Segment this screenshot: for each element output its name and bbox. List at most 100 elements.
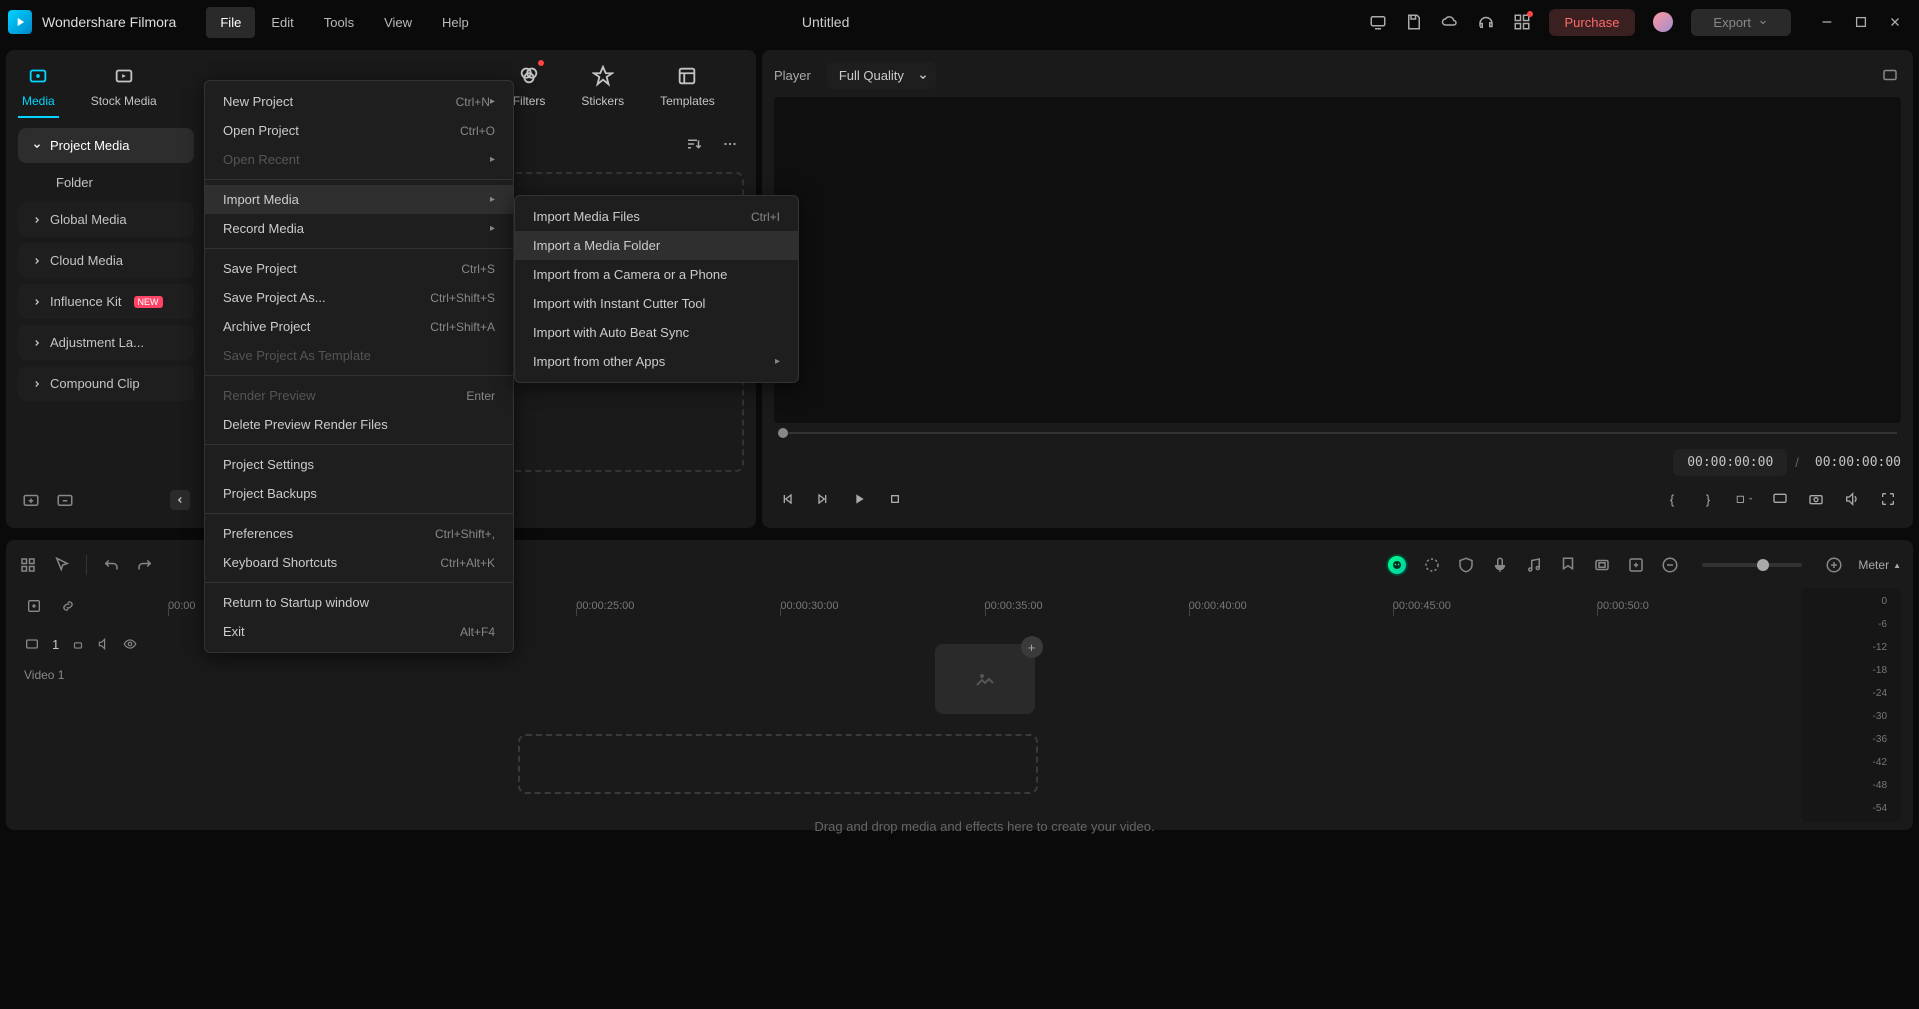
timeline-drop-zone[interactable] — [518, 734, 1038, 794]
player-label: Player — [774, 68, 811, 83]
sidebar-project-media[interactable]: Project Media — [18, 128, 194, 163]
add-track-icon[interactable] — [1626, 555, 1646, 575]
sidebar-adjustment[interactable]: Adjustment La... — [18, 325, 194, 360]
file-menu-dropdown: New ProjectCtrl+N▸ Open ProjectCtrl+O Op… — [204, 80, 514, 653]
prev-frame-icon[interactable] — [778, 490, 796, 508]
sidebar-folder[interactable]: Folder — [42, 169, 194, 196]
delete-folder-icon[interactable] — [56, 491, 74, 509]
zoom-slider[interactable] — [1702, 563, 1802, 567]
submenu-import-files[interactable]: Import Media FilesCtrl+I — [515, 202, 798, 231]
grid-icon[interactable] — [18, 555, 38, 575]
time-current: 00:00:00:00 — [1673, 449, 1787, 476]
add-folder-icon[interactable] — [22, 491, 40, 509]
stop-icon[interactable] — [886, 490, 904, 508]
window-controls — [1819, 14, 1903, 30]
headset-icon[interactable] — [1477, 13, 1495, 31]
templates-icon — [675, 64, 699, 88]
menu-project-backups[interactable]: Project Backups — [205, 479, 513, 508]
menu-new-project[interactable]: New ProjectCtrl+N▸ — [205, 87, 513, 116]
menu-record-media[interactable]: Record Media▸ — [205, 214, 513, 243]
track-mute-icon[interactable] — [97, 637, 111, 651]
apps-icon[interactable] — [1513, 13, 1531, 31]
menu-exit[interactable]: ExitAlt+F4 — [205, 617, 513, 646]
mic-icon[interactable] — [1490, 555, 1510, 575]
color-icon[interactable] — [1422, 555, 1442, 575]
maximize-button[interactable] — [1853, 14, 1869, 30]
step-back-icon[interactable] — [814, 490, 832, 508]
menu-open-project[interactable]: Open ProjectCtrl+O — [205, 116, 513, 145]
track-header-1[interactable]: 1 — [18, 624, 168, 664]
menu-delete-preview[interactable]: Delete Preview Render Files — [205, 410, 513, 439]
app-name: Wondershare Filmora — [42, 14, 176, 30]
menu-save-as[interactable]: Save Project As...Ctrl+Shift+S — [205, 283, 513, 312]
volume-icon[interactable] — [1843, 490, 1861, 508]
sidebar-bottom — [18, 482, 194, 518]
marker-icon[interactable] — [1558, 555, 1578, 575]
video-track-icon — [24, 636, 40, 652]
snapshot-icon[interactable] — [1881, 66, 1901, 86]
import-submenu: Import Media FilesCtrl+I Import a Media … — [514, 195, 799, 383]
export-button[interactable]: Export — [1691, 9, 1791, 36]
menu-render-preview: Render PreviewEnter — [205, 381, 513, 410]
submenu-import-folder[interactable]: Import a Media Folder — [515, 231, 798, 260]
play-icon[interactable] — [850, 490, 868, 508]
sidebar-global-media[interactable]: Global Media — [18, 202, 194, 237]
save-icon[interactable] — [1405, 13, 1423, 31]
undo-icon[interactable] — [101, 555, 121, 575]
tab-stickers[interactable]: Stickers — [577, 58, 628, 118]
mark-in-icon[interactable]: { — [1663, 490, 1681, 508]
close-button[interactable] — [1887, 14, 1903, 30]
track-visible-icon[interactable] — [123, 637, 137, 651]
cursor-icon[interactable] — [52, 555, 72, 575]
sort-icon[interactable] — [680, 130, 708, 158]
timeline-add-icon[interactable] — [24, 596, 44, 616]
user-avatar[interactable] — [1653, 12, 1673, 32]
sidebar-compound[interactable]: Compound Clip — [18, 366, 194, 401]
submenu-import-apps[interactable]: Import from other Apps▸ — [515, 347, 798, 376]
audio-icon[interactable] — [1524, 555, 1544, 575]
empty-media-placeholder[interactable]: + — [935, 644, 1035, 714]
menu-startup[interactable]: Return to Startup window — [205, 588, 513, 617]
submenu-import-beat[interactable]: Import with Auto Beat Sync — [515, 318, 798, 347]
submenu-import-cutter[interactable]: Import with Instant Cutter Tool — [515, 289, 798, 318]
zoom-out-icon[interactable] — [1660, 555, 1680, 575]
menu-save-project[interactable]: Save ProjectCtrl+S — [205, 254, 513, 283]
tab-templates[interactable]: Templates — [656, 58, 719, 118]
tab-stock-media[interactable]: Stock Media — [87, 58, 161, 118]
crop-icon[interactable] — [1735, 490, 1753, 508]
minimize-button[interactable] — [1819, 14, 1835, 30]
meter-label[interactable]: Meter ▲ — [1858, 558, 1901, 572]
collapse-sidebar-button[interactable] — [170, 490, 190, 510]
purchase-button[interactable]: Purchase — [1549, 9, 1636, 36]
zoom-in-icon[interactable] — [1824, 555, 1844, 575]
more-icon[interactable] — [716, 130, 744, 158]
add-media-button[interactable]: + — [1021, 636, 1043, 658]
submenu-import-camera[interactable]: Import from a Camera or a Phone — [515, 260, 798, 289]
menu-project-settings[interactable]: Project Settings — [205, 450, 513, 479]
tab-filters[interactable]: Filters — [509, 58, 550, 118]
menu-archive[interactable]: Archive ProjectCtrl+Shift+A — [205, 312, 513, 341]
tab-media[interactable]: Media — [18, 58, 59, 118]
sidebar-influence-kit[interactable]: Influence KitNEW — [18, 284, 194, 319]
ai-badge[interactable] — [1386, 554, 1408, 576]
menu-file[interactable]: File — [206, 7, 255, 38]
mark-out-icon[interactable]: } — [1699, 490, 1717, 508]
player-scrubber[interactable] — [774, 423, 1901, 443]
fullscreen-icon[interactable] — [1879, 490, 1897, 508]
camera-icon[interactable] — [1807, 490, 1825, 508]
menu-import-media[interactable]: Import Media▸ — [205, 185, 513, 214]
quality-select[interactable]: Full Quality — [827, 62, 936, 89]
aspect-icon[interactable] — [1592, 555, 1612, 575]
shield-icon[interactable] — [1456, 555, 1476, 575]
player-viewport[interactable] — [774, 97, 1901, 423]
redo-icon[interactable] — [135, 555, 155, 575]
sidebar-cloud-media[interactable]: Cloud Media — [18, 243, 194, 278]
track-lock-icon[interactable] — [71, 637, 85, 651]
link-icon[interactable] — [58, 596, 78, 616]
menu-preferences[interactable]: PreferencesCtrl+Shift+, — [205, 519, 513, 548]
menu-shortcuts[interactable]: Keyboard ShortcutsCtrl+Alt+K — [205, 548, 513, 577]
menu-open-recent: Open Recent▸ — [205, 145, 513, 174]
device-icon[interactable] — [1369, 13, 1387, 31]
display-icon[interactable] — [1771, 490, 1789, 508]
cloud-icon[interactable] — [1441, 13, 1459, 31]
